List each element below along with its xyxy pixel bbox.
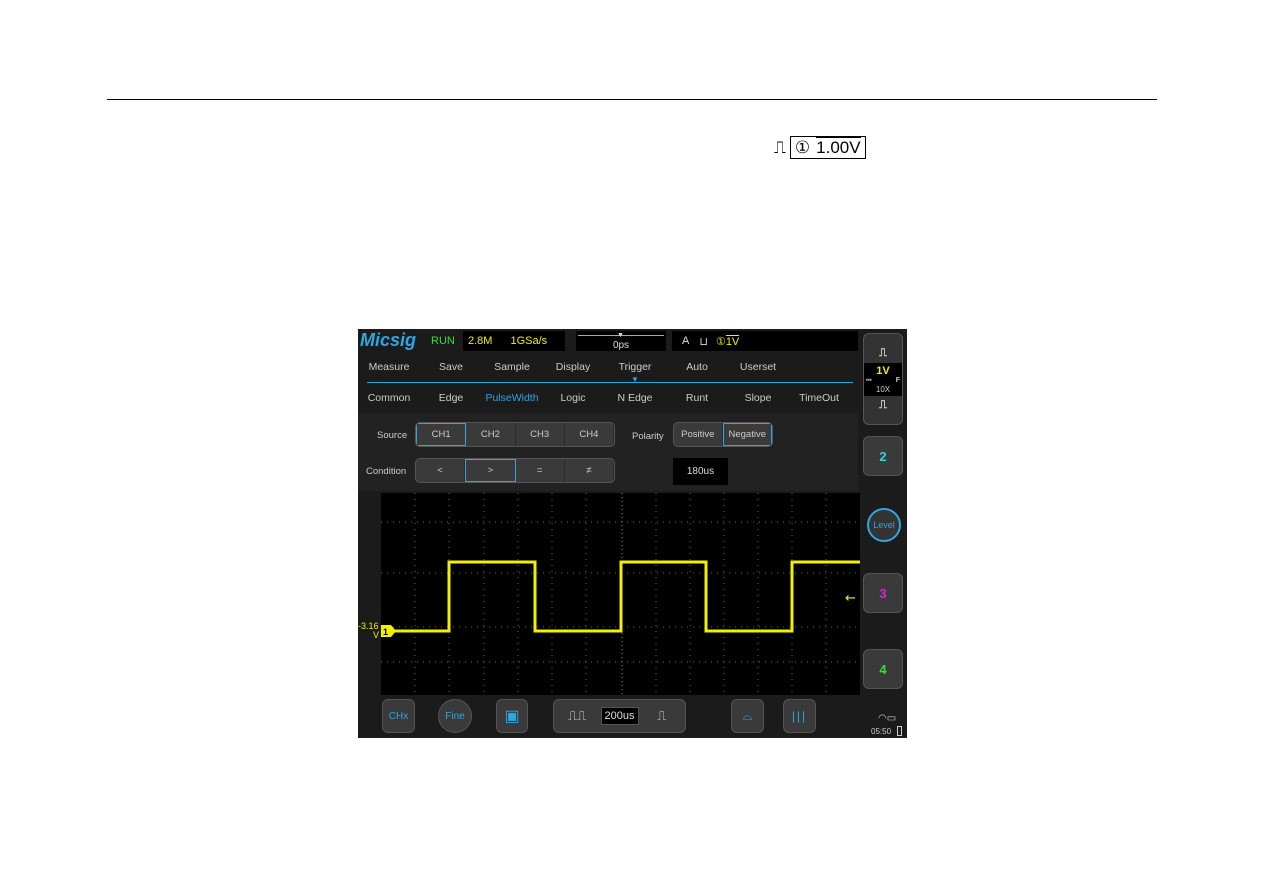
menu-save[interactable]: Save [439,361,463,373]
time-offset[interactable]: ▼ 0ps [576,331,666,351]
source-ch1[interactable]: CH1 [416,423,467,446]
ch1-control[interactable]: ⎍ 1V ⎓ F 10X ⎍ [863,333,903,425]
menu-divider [367,382,853,383]
trigger-info[interactable]: A ⊔ ① 1V [672,331,858,351]
trigger-level-arrow-icon: ← [845,591,856,606]
trigger-position-icon: ▼ [617,332,624,339]
ch4-button[interactable]: 4 [863,649,903,689]
polarity-negative[interactable]: Negative [722,423,772,446]
condition-label: Condition [366,466,407,477]
source-label: ① [794,137,811,157]
timebase-increase-icon[interactable]: ⎍ [639,708,686,724]
source-ch2[interactable]: CH2 [466,423,516,446]
timebase-decrease-icon[interactable]: ⎍⎍ [554,708,601,724]
save-icon[interactable]: ▣ [496,699,528,733]
source-label: Source [377,430,408,441]
menu-sample[interactable]: Sample [494,361,530,373]
condition-selector: < > = ≠ [415,458,615,483]
probe-ratio: 10X [875,384,891,394]
bandwidth-label: F [895,376,900,384]
decrease-icon[interactable]: ⎍ [879,399,887,412]
polarity-label: Polarity [632,431,664,442]
menu-userset[interactable]: Userset [740,361,776,373]
increase-icon[interactable]: ⎍ [879,347,887,360]
ch1-marker-label: 1 [383,627,388,637]
waveform-display[interactable]: -3.16 V 1 ← [358,493,860,695]
source-ch4[interactable]: CH4 [565,423,614,446]
source-selector: CH1 CH2 CH3 CH4 [415,422,615,447]
polarity-positive[interactable]: Positive [674,423,723,446]
condition-equal[interactable]: = [516,459,565,482]
clock: 05:50 [871,727,892,736]
ch1-scale: 1V [876,364,890,377]
wifi-icon: ◠▭ [878,713,897,724]
ch2-button[interactable]: 2 [863,436,903,476]
oscilloscope-screen: Micsig RUN 2.8M 1GSa/s ▼ 0ps A ⊔ ① 1V Me… [358,329,907,738]
memory-depth: 2.8M [468,335,493,347]
timebase-control: ⎍⎍ 200us ⎍ [553,699,686,733]
source-ch3[interactable]: CH3 [516,423,565,446]
trigger-common[interactable]: Common [368,392,411,404]
run-stop-icon[interactable]: ||| [783,699,816,733]
menu-display[interactable]: Display [556,361,590,373]
trigger-pulsewidth[interactable]: PulseWidth [485,392,538,404]
pulse-icon: ⊔ [699,335,708,348]
run-state[interactable]: RUN [431,335,455,347]
trigger-source: ① [715,335,726,348]
auto-icon[interactable]: ⌓ [731,699,764,733]
menu-trigger[interactable]: Trigger [619,361,652,373]
page-rule [107,99,1157,100]
trigger-type-menu: Common Edge PulseWidth Logic N Edge Runt… [358,388,858,408]
pulse-icon: ⎍ [774,137,786,157]
chx-button[interactable]: CHx [382,699,415,733]
level-button[interactable]: Level [867,508,901,542]
polarity-selector: Positive Negative [673,422,773,447]
battery-icon [897,726,902,736]
main-menu: Measure Save Sample Display Trigger Auto… [358,357,858,377]
trigger-timeout[interactable]: TimeOut [799,392,839,404]
ch1-offset-unit: V [373,630,379,640]
menu-measure[interactable]: Measure [369,361,410,373]
trigger-runt[interactable]: Runt [686,392,708,404]
trigger-n-edge[interactable]: N Edge [617,392,652,404]
fine-button[interactable]: Fine [438,699,472,733]
trigger-edge[interactable]: Edge [439,392,464,404]
trigger-logic[interactable]: Logic [560,392,585,404]
ch3-button[interactable]: 3 [863,573,903,613]
condition-greater[interactable]: > [465,459,516,482]
timebase-value: 200us [600,707,639,725]
trigger-slope[interactable]: Slope [745,392,772,404]
active-menu-indicator-icon: ▼ [631,375,639,384]
brand-logo: Micsig [360,330,417,350]
trigger-mode: A [682,335,690,347]
acquisition-info: 2.8M 1GSa/s [463,331,565,351]
sample-rate: 1GSa/s [510,335,548,347]
level-label: 1.00V [816,137,861,157]
pulse-width-input[interactable]: 180us [673,458,728,485]
trigger-symbol: ⎍ ① 1.00V [774,136,866,159]
condition-less[interactable]: < [416,459,466,482]
condition-not-equal[interactable]: ≠ [565,459,614,482]
trigger-level: 1V [725,334,740,348]
time-offset-value: 0ps [612,339,630,351]
coupling-icon: ⎓ [866,376,872,384]
menu-auto[interactable]: Auto [686,361,708,373]
